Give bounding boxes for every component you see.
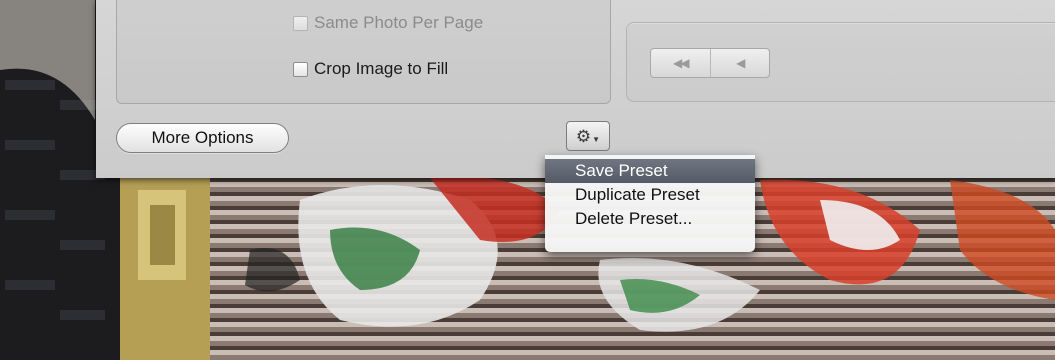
same-photo-per-page-checkbox — [293, 15, 308, 31]
rewind-icon: ◀◀ — [673, 56, 690, 70]
same-photo-per-page-option: Same Photo Per Page — [293, 12, 483, 34]
preset-menu: Save Preset Duplicate Preset Delete Pres… — [545, 155, 755, 252]
first-page-button[interactable]: ◀◀ — [651, 49, 710, 77]
crop-image-to-fill-option[interactable]: Crop Image to Fill — [293, 58, 448, 80]
page-navigation-group: ◀◀ ◀ — [626, 22, 1055, 102]
preset-actions-button[interactable]: ⚙ ▼ — [566, 121, 610, 151]
page-navigation-control: ◀◀ ◀ — [650, 48, 770, 78]
crop-image-to-fill-label[interactable]: Crop Image to Fill — [314, 59, 448, 79]
same-photo-per-page-label: Same Photo Per Page — [314, 13, 484, 32]
crop-image-to-fill-checkbox[interactable] — [293, 61, 308, 77]
layout-options-group: Same Photo Per Page Crop Image to Fill — [116, 0, 611, 104]
print-options-panel: Same Photo Per Page Crop Image to Fill ◀… — [96, 0, 1055, 178]
more-options-button[interactable]: More Options — [116, 123, 289, 153]
menu-item-delete-preset[interactable]: Delete Preset... — [545, 207, 755, 231]
gear-icon: ⚙ — [575, 126, 592, 146]
menu-item-save-preset[interactable]: Save Preset — [545, 159, 755, 183]
chevron-down-icon: ▼ — [592, 134, 601, 144]
menu-item-duplicate-preset[interactable]: Duplicate Preset — [545, 183, 755, 207]
previous-icon: ◀ — [736, 56, 745, 70]
previous-page-button[interactable]: ◀ — [709, 49, 770, 77]
